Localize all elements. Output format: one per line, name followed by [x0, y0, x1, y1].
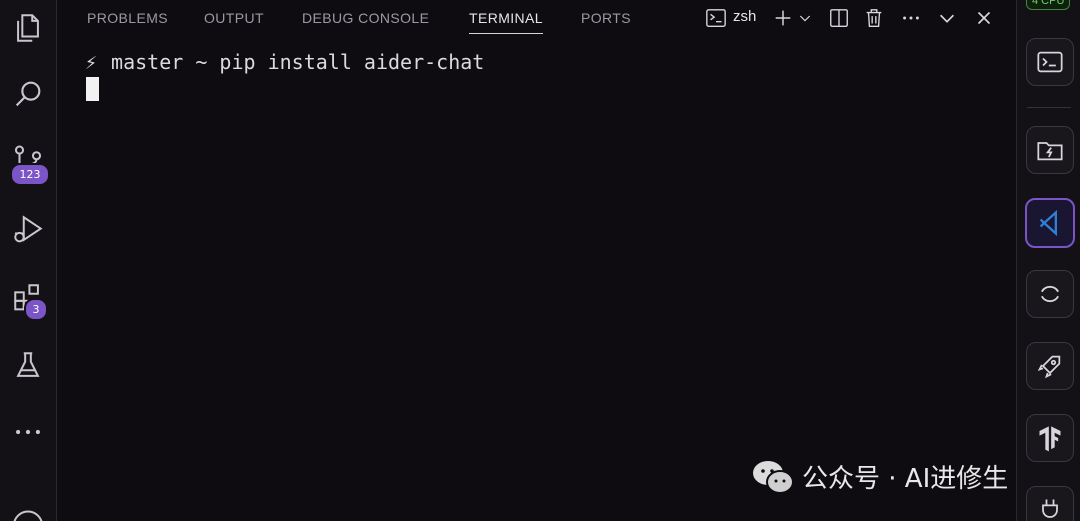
testing-icon — [16, 352, 40, 377]
activity-bar: 123 3 — [0, 0, 57, 521]
launch-profile-button[interactable] — [797, 6, 813, 30]
tab-output[interactable]: OUTPUT — [204, 0, 264, 36]
cpu-indicator: 4 CPU — [1026, 0, 1071, 10]
split-icon — [830, 9, 848, 27]
shell-name[interactable]: zsh — [733, 8, 756, 25]
trash-icon — [866, 9, 882, 27]
terminal-view[interactable]: ⚡ master ~ pip install aider-chat — [57, 38, 1015, 521]
extensions-badge: 3 — [24, 298, 48, 321]
close-icon — [977, 11, 991, 25]
tab-ports[interactable]: PORTS — [581, 0, 631, 36]
run-debug-icon — [14, 215, 43, 243]
explorer-icon — [17, 14, 39, 42]
right-tf-button[interactable] — [1026, 414, 1074, 462]
activity-testing[interactable] — [0, 340, 56, 392]
command-text: master ~ pip install aider-chat — [111, 50, 485, 74]
source-control-badge: 123 — [10, 163, 50, 186]
loader-icon — [1041, 285, 1059, 303]
sidebar-divider — [1027, 107, 1071, 108]
tab-problems[interactable]: PROBLEMS — [87, 0, 168, 36]
tab-terminal[interactable]: TERMINAL — [469, 0, 543, 36]
terminal-cursor — [86, 77, 99, 101]
activity-more[interactable] — [0, 406, 56, 458]
right-rocket-button[interactable] — [1026, 342, 1074, 390]
close-panel-button[interactable] — [972, 6, 996, 30]
right-sidebar — [1016, 0, 1080, 521]
search-icon — [15, 81, 41, 107]
right-vscode-button[interactable] — [1025, 198, 1075, 248]
split-terminal-button[interactable] — [827, 6, 851, 30]
app-window: 123 3 PROBLEMS OUTPUT DEBUG CONSOLE TERM… — [0, 0, 1080, 521]
chevron-down-icon — [939, 14, 955, 23]
tab-debug-console[interactable]: DEBUG CONSOLE — [302, 0, 429, 36]
right-terminal-button[interactable] — [1026, 38, 1074, 86]
wechat-icon — [753, 460, 794, 494]
activity-explorer[interactable] — [0, 2, 56, 54]
shell-icon-button[interactable] — [704, 6, 728, 30]
terminal-icon — [1037, 51, 1063, 73]
folder-bolt-icon — [1037, 142, 1063, 161]
activity-search[interactable] — [0, 68, 56, 120]
vscode-icon — [1039, 209, 1057, 237]
rocket-icon — [1037, 355, 1061, 379]
right-plug-button[interactable] — [1026, 486, 1074, 521]
plug-icon — [1042, 499, 1058, 518]
tf-icon — [1039, 426, 1061, 452]
kill-terminal-button[interactable] — [862, 6, 886, 30]
watermark: 公众号 · AI进修生 — [752, 458, 1008, 495]
right-loader-button[interactable] — [1026, 270, 1074, 318]
terminal-icon — [706, 9, 726, 27]
new-terminal-button[interactable] — [771, 6, 795, 30]
more-icon — [903, 16, 919, 20]
maximize-panel-button[interactable] — [935, 6, 959, 30]
more-actions-button[interactable] — [899, 6, 923, 30]
plus-icon — [775, 10, 791, 26]
terminal-line: ⚡ master ~ pip install aider-chat — [85, 50, 484, 74]
activity-account[interactable] — [0, 494, 56, 521]
prompt-symbol: ⚡ — [85, 50, 98, 74]
right-folder-bolt-button[interactable] — [1026, 126, 1074, 174]
watermark-text: 公众号 · AI进修生 — [802, 464, 1009, 494]
activity-run-debug[interactable] — [0, 204, 56, 256]
account-icon — [13, 510, 43, 521]
more-icon — [15, 429, 41, 435]
chevron-down-icon — [799, 15, 811, 22]
